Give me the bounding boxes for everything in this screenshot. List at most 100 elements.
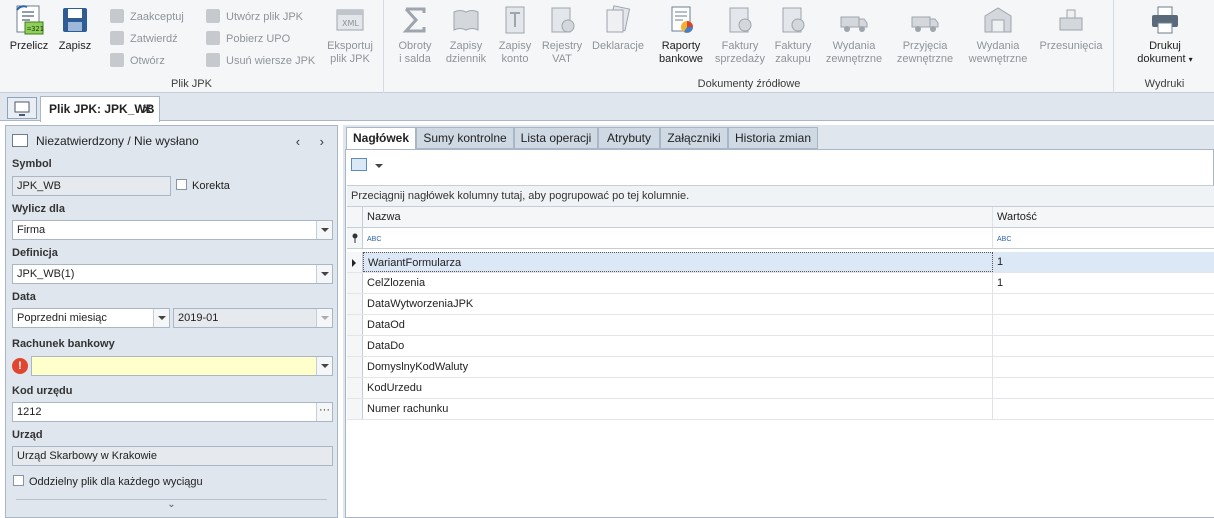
tab-atrybuty[interactable]: Atrybuty <box>598 127 660 149</box>
table-row[interactable]: CelZlozenia 1 <box>347 273 1214 294</box>
przelicz-button[interactable]: =321 Przelicz <box>8 4 50 53</box>
data-value-select[interactable]: 2019-01 <box>173 308 333 328</box>
row-value[interactable] <box>993 315 1214 335</box>
raporty-bankowe-button[interactable]: Raporty bankowe <box>653 4 709 66</box>
przesuniecia-button[interactable]: Przesunięcia <box>1037 4 1105 53</box>
data-value: 2019-01 <box>178 312 219 324</box>
filter-cell-nazwa[interactable]: ABC <box>363 228 993 248</box>
row-name[interactable]: DataDo <box>363 336 993 356</box>
row-name[interactable]: Numer rachunku <box>363 399 993 419</box>
chevron-down-icon[interactable] <box>375 164 383 168</box>
row-name[interactable]: CelZlozenia <box>363 273 993 293</box>
row-indicator <box>347 315 363 335</box>
grid-settings-icon[interactable] <box>351 158 367 171</box>
usun-wiersze-button[interactable]: Usuń wiersze JPK <box>206 51 315 71</box>
kod-urzedu-field[interactable]: 1212 ··· <box>12 402 333 422</box>
obroty-button[interactable]: Obroty i salda <box>393 4 437 66</box>
row-name[interactable]: DataOd <box>363 315 993 335</box>
group-wydruki: Drukuj dokument ▾ Wydruki <box>1115 0 1214 93</box>
drukuj-label-2: dokument <box>1137 53 1186 65</box>
row-value[interactable] <box>993 378 1214 398</box>
delete-rows-icon <box>206 53 220 67</box>
korekta-checkbox-box[interactable] <box>176 179 187 190</box>
oddzielny-checkbox[interactable]: Oddzielny plik dla każdego wyciągu <box>13 475 203 488</box>
dropdown-arrow-icon: ▾ <box>1188 55 1193 64</box>
row-name[interactable]: WariantFormularza <box>363 252 993 272</box>
collapse-chevron-icon[interactable]: ⌄ <box>6 499 337 510</box>
table-row[interactable]: Numer rachunku <box>347 399 1214 420</box>
tab-sumy-kontrolne[interactable]: Sumy kontrolne <box>416 127 514 149</box>
row-value[interactable] <box>993 336 1214 356</box>
table-row[interactable]: DomyslnyKodWaluty <box>347 357 1214 378</box>
przyjecia-zewnetrzne-button[interactable]: Przyjęcia zewnętrzne <box>893 4 957 66</box>
row-value[interactable]: 1 <box>993 252 1214 272</box>
pobierz-upo-button[interactable]: Pobierz UPO <box>206 29 290 49</box>
table-row[interactable]: KodUrzedu <box>347 378 1214 399</box>
ellipsis-icon[interactable]: ··· <box>316 403 332 421</box>
chevron-down-icon[interactable] <box>316 309 332 327</box>
utworz-plik-button[interactable]: Utwórz plik JPK <box>206 7 303 27</box>
zapisy-konto-label-2: konto <box>501 53 529 65</box>
korekta-checkbox[interactable]: Korekta <box>176 179 230 192</box>
group-by-hint[interactable]: Przeciągnij nagłówek kolumny tutaj, aby … <box>347 186 1214 207</box>
zaakceptuj-button[interactable]: Zaakceptuj <box>110 7 184 27</box>
row-value[interactable]: 1 <box>993 273 1214 293</box>
tab-historia-zmian[interactable]: Historia zmian <box>728 127 818 149</box>
data-label: Data <box>12 291 36 303</box>
column-header-nazwa[interactable]: Nazwa <box>363 207 993 227</box>
tab-zalaczniki[interactable]: Załączniki <box>660 127 728 149</box>
oddzielny-checkbox-box[interactable] <box>13 475 24 486</box>
symbol-field[interactable]: JPK_WB <box>12 176 171 196</box>
tab-lista-operacji[interactable]: Lista operacji <box>514 127 598 149</box>
chevron-down-icon[interactable] <box>153 309 169 327</box>
desktop-icon[interactable] <box>7 97 37 119</box>
deklaracje-button[interactable]: Deklaracje <box>589 4 647 53</box>
eksportuj-button[interactable]: XML Eksportuj plik JPK <box>322 4 378 66</box>
przyjecia-label-2: zewnętrzne <box>896 53 954 65</box>
table-row[interactable]: DataOd <box>347 315 1214 336</box>
close-icon[interactable]: ✕ <box>141 97 153 121</box>
tab-naglowek[interactable]: Nagłówek <box>346 127 416 150</box>
zapisy-konto-label-1: Zapisy <box>498 40 532 52</box>
row-value[interactable] <box>993 294 1214 314</box>
wydania-zewnetrzne-button[interactable]: Wydania zewnętrzne <box>823 4 885 66</box>
faktury-sprzedazy-button[interactable]: Faktury sprzedaży <box>713 4 767 66</box>
obroty-label-1: Obroty <box>398 40 432 52</box>
grid-header: Nazwa Wartość <box>347 207 1214 228</box>
drukuj-label-1: Drukuj <box>1149 40 1181 52</box>
rachunek-select[interactable] <box>31 356 333 376</box>
row-value[interactable] <box>993 357 1214 377</box>
drukuj-dokument-button[interactable]: Drukuj dokument ▾ <box>1125 4 1205 66</box>
zatwierdz-button[interactable]: Zatwierdź <box>110 29 178 49</box>
wydania-wewnetrzne-button[interactable]: Wydania wewnętrzne <box>963 4 1033 66</box>
table-row[interactable]: DataWytworzeniaJPK <box>347 294 1214 315</box>
zapisy-konto-button[interactable]: Zapisy konto <box>495 4 535 66</box>
otworz-button[interactable]: Otwórz <box>110 51 165 71</box>
column-header-wartosc[interactable]: Wartość <box>993 207 1214 227</box>
row-name[interactable]: DomyslnyKodWaluty <box>363 357 993 377</box>
table-row[interactable]: WariantFormularza 1 <box>347 252 1214 273</box>
wydania-zew-label-2: zewnętrzne <box>825 53 883 65</box>
sigma-icon <box>399 4 431 36</box>
accept-icon <box>110 9 124 23</box>
table-row[interactable]: DataDo <box>347 336 1214 357</box>
rejestry-vat-button[interactable]: Rejestry VAT <box>539 4 585 66</box>
data-period-select[interactable]: Poprzedni miesiąc <box>12 308 170 328</box>
row-name[interactable]: DataWytworzeniaJPK <box>363 294 993 314</box>
zapisy-dziennik-button[interactable]: Zapisy dziennik <box>441 4 491 66</box>
row-value[interactable] <box>993 399 1214 419</box>
chevron-down-icon[interactable] <box>316 221 332 239</box>
urzad-field[interactable]: Urząd Skarbowy w Krakowie <box>12 446 333 466</box>
filter-cell-wartosc[interactable]: ABC <box>993 228 1214 248</box>
definicja-select[interactable]: JPK_WB(1) <box>12 264 333 284</box>
chevron-down-icon[interactable] <box>316 357 332 375</box>
sales-invoice-icon <box>724 4 756 36</box>
faktury-zakupu-button[interactable]: Faktury zakupu <box>771 4 815 66</box>
zapisz-button[interactable]: Zapisz <box>56 4 94 53</box>
error-icon: ! <box>12 358 28 374</box>
document-tab[interactable]: Plik JPK: JPK_WB ✕ <box>40 96 160 122</box>
wylicz-select[interactable]: Firma <box>12 220 333 240</box>
chevron-down-icon[interactable] <box>316 265 332 283</box>
row-name[interactable]: KodUrzedu <box>363 378 993 398</box>
panel-nav-arrows[interactable]: ‹ › <box>296 134 332 149</box>
